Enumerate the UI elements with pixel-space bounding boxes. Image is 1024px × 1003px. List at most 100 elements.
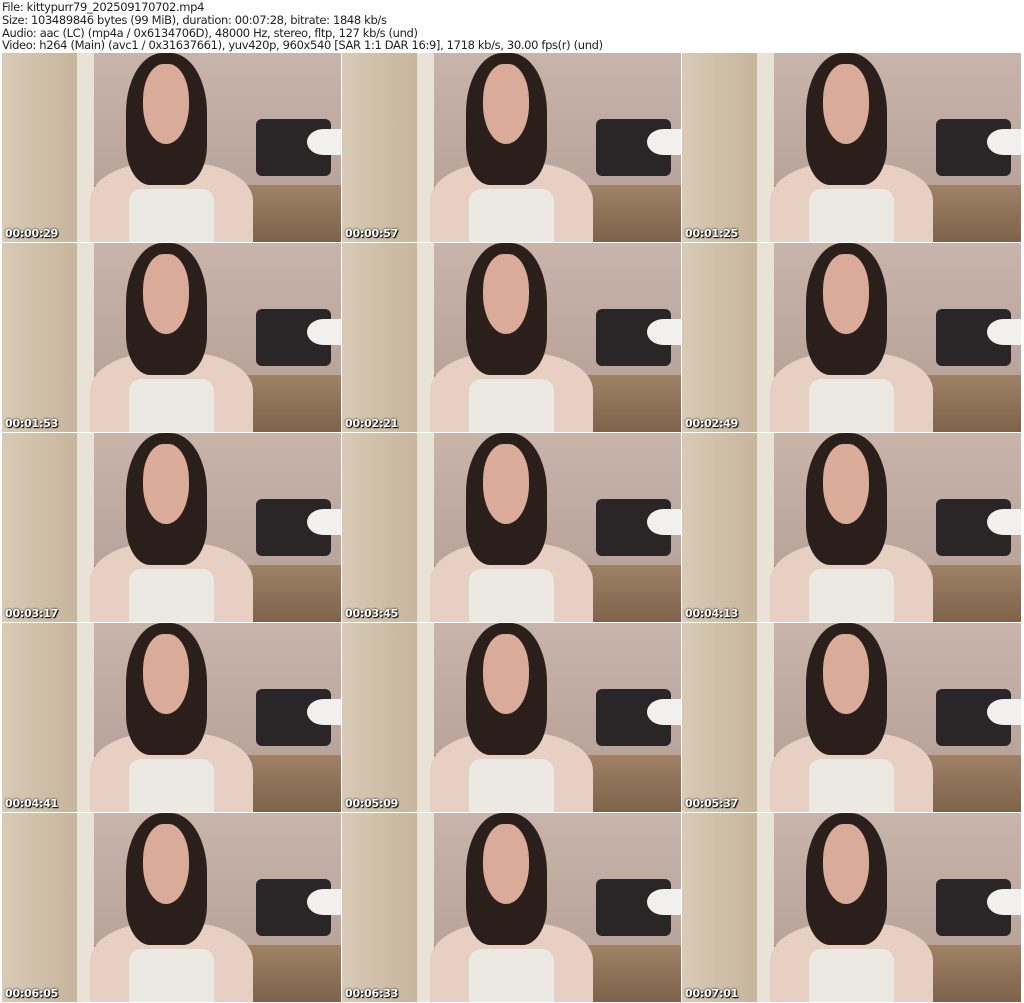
table xyxy=(647,318,681,346)
thumbnail-timestamp: 00:05:37 xyxy=(685,797,739,810)
video-thumbnail: 00:04:13 xyxy=(682,433,1021,622)
table xyxy=(987,128,1021,156)
person xyxy=(423,623,599,812)
thumbnail-timestamp: 00:03:45 xyxy=(345,607,399,620)
table xyxy=(987,508,1021,536)
file-size-duration: Size: 103489846 bytes (99 MiB), duration… xyxy=(2,12,387,27)
thumbnail-timestamp: 00:01:53 xyxy=(5,417,59,430)
person-face xyxy=(483,824,530,904)
door xyxy=(2,433,77,622)
person xyxy=(763,813,939,1002)
door xyxy=(682,53,757,242)
thumbnail-timestamp: 00:05:09 xyxy=(345,797,399,810)
table xyxy=(647,698,681,726)
door xyxy=(682,243,757,432)
table xyxy=(987,698,1021,726)
video-thumbnail: 00:03:45 xyxy=(342,433,681,622)
table xyxy=(647,128,681,156)
table xyxy=(307,508,341,536)
video-info: Video: h264 (Main) (avc1 / 0x31637661), … xyxy=(2,38,603,53)
table xyxy=(647,888,681,916)
thumbnail-timestamp: 00:06:33 xyxy=(345,987,399,1000)
person-dress xyxy=(129,379,214,432)
person-dress xyxy=(129,189,214,242)
door xyxy=(342,623,417,812)
thumbnail-grid: 00:00:29 00:00:57 00:01:25 00:01:53 00:02:21… xyxy=(2,53,1021,1002)
video-thumbnail: 00:02:49 xyxy=(682,243,1021,432)
person-dress xyxy=(469,189,554,242)
video-thumbnail: 00:00:57 xyxy=(342,53,681,242)
thumbnail-timestamp: 00:04:13 xyxy=(685,607,739,620)
person xyxy=(763,243,939,432)
door xyxy=(342,813,417,1002)
person xyxy=(83,813,259,1002)
door xyxy=(342,433,417,622)
person-face xyxy=(483,254,530,334)
person-face xyxy=(143,254,190,334)
thumbnail-timestamp: 00:00:29 xyxy=(5,227,59,240)
person-dress xyxy=(809,189,894,242)
video-thumbnail: 00:05:37 xyxy=(682,623,1021,812)
person xyxy=(763,53,939,242)
table xyxy=(307,128,341,156)
thumbnail-timestamp: 00:06:05 xyxy=(5,987,59,1000)
person xyxy=(83,53,259,242)
table xyxy=(307,318,341,346)
video-thumbnail: 00:03:17 xyxy=(2,433,341,622)
video-thumbnail: 00:02:21 xyxy=(342,243,681,432)
video-thumbnail: 00:07:01 xyxy=(682,813,1021,1002)
person xyxy=(83,623,259,812)
thumbnail-timestamp: 00:02:21 xyxy=(345,417,399,430)
person xyxy=(763,623,939,812)
door xyxy=(342,53,417,242)
video-thumbnail: 00:05:09 xyxy=(342,623,681,812)
table xyxy=(987,888,1021,916)
person-face xyxy=(823,634,870,714)
person-face xyxy=(823,64,870,144)
person-face xyxy=(823,254,870,334)
person xyxy=(423,433,599,622)
person-dress xyxy=(469,379,554,432)
video-thumbnail: 00:04:41 xyxy=(2,623,341,812)
thumbnail-timestamp: 00:04:41 xyxy=(5,797,59,810)
video-thumbnail: 00:01:25 xyxy=(682,53,1021,242)
file-name: File: kittypurr79_202509170702.mp4 xyxy=(2,0,205,14)
door xyxy=(682,813,757,1002)
door xyxy=(2,243,77,432)
person-dress xyxy=(809,949,894,1002)
person-face xyxy=(823,444,870,524)
person xyxy=(423,243,599,432)
door xyxy=(2,623,77,812)
person-face xyxy=(483,64,530,144)
person-face xyxy=(483,634,530,714)
video-thumbnail: 00:00:29 xyxy=(2,53,341,242)
person xyxy=(763,433,939,622)
person xyxy=(83,433,259,622)
video-thumbnail: 00:06:33 xyxy=(342,813,681,1002)
door xyxy=(2,813,77,1002)
person-face xyxy=(143,634,190,714)
person-dress xyxy=(129,759,214,812)
file-info-header: File: kittypurr79_202509170702.mp4 Size:… xyxy=(2,1,603,52)
person-face xyxy=(483,444,530,524)
video-thumbnail: 00:06:05 xyxy=(2,813,341,1002)
thumbnail-timestamp: 00:07:01 xyxy=(685,987,739,1000)
person-dress xyxy=(469,759,554,812)
person xyxy=(423,813,599,1002)
table xyxy=(307,888,341,916)
door xyxy=(682,433,757,622)
door xyxy=(2,53,77,242)
person-dress xyxy=(469,949,554,1002)
thumbnail-timestamp: 00:03:17 xyxy=(5,607,59,620)
thumbnail-timestamp: 00:01:25 xyxy=(685,227,739,240)
person-face xyxy=(823,824,870,904)
person-dress xyxy=(809,759,894,812)
person-face xyxy=(143,64,190,144)
video-thumbnail: 00:01:53 xyxy=(2,243,341,432)
person-face xyxy=(143,824,190,904)
table xyxy=(987,318,1021,346)
person-dress xyxy=(809,379,894,432)
table xyxy=(307,698,341,726)
person-dress xyxy=(469,569,554,622)
thumbnail-timestamp: 00:00:57 xyxy=(345,227,399,240)
